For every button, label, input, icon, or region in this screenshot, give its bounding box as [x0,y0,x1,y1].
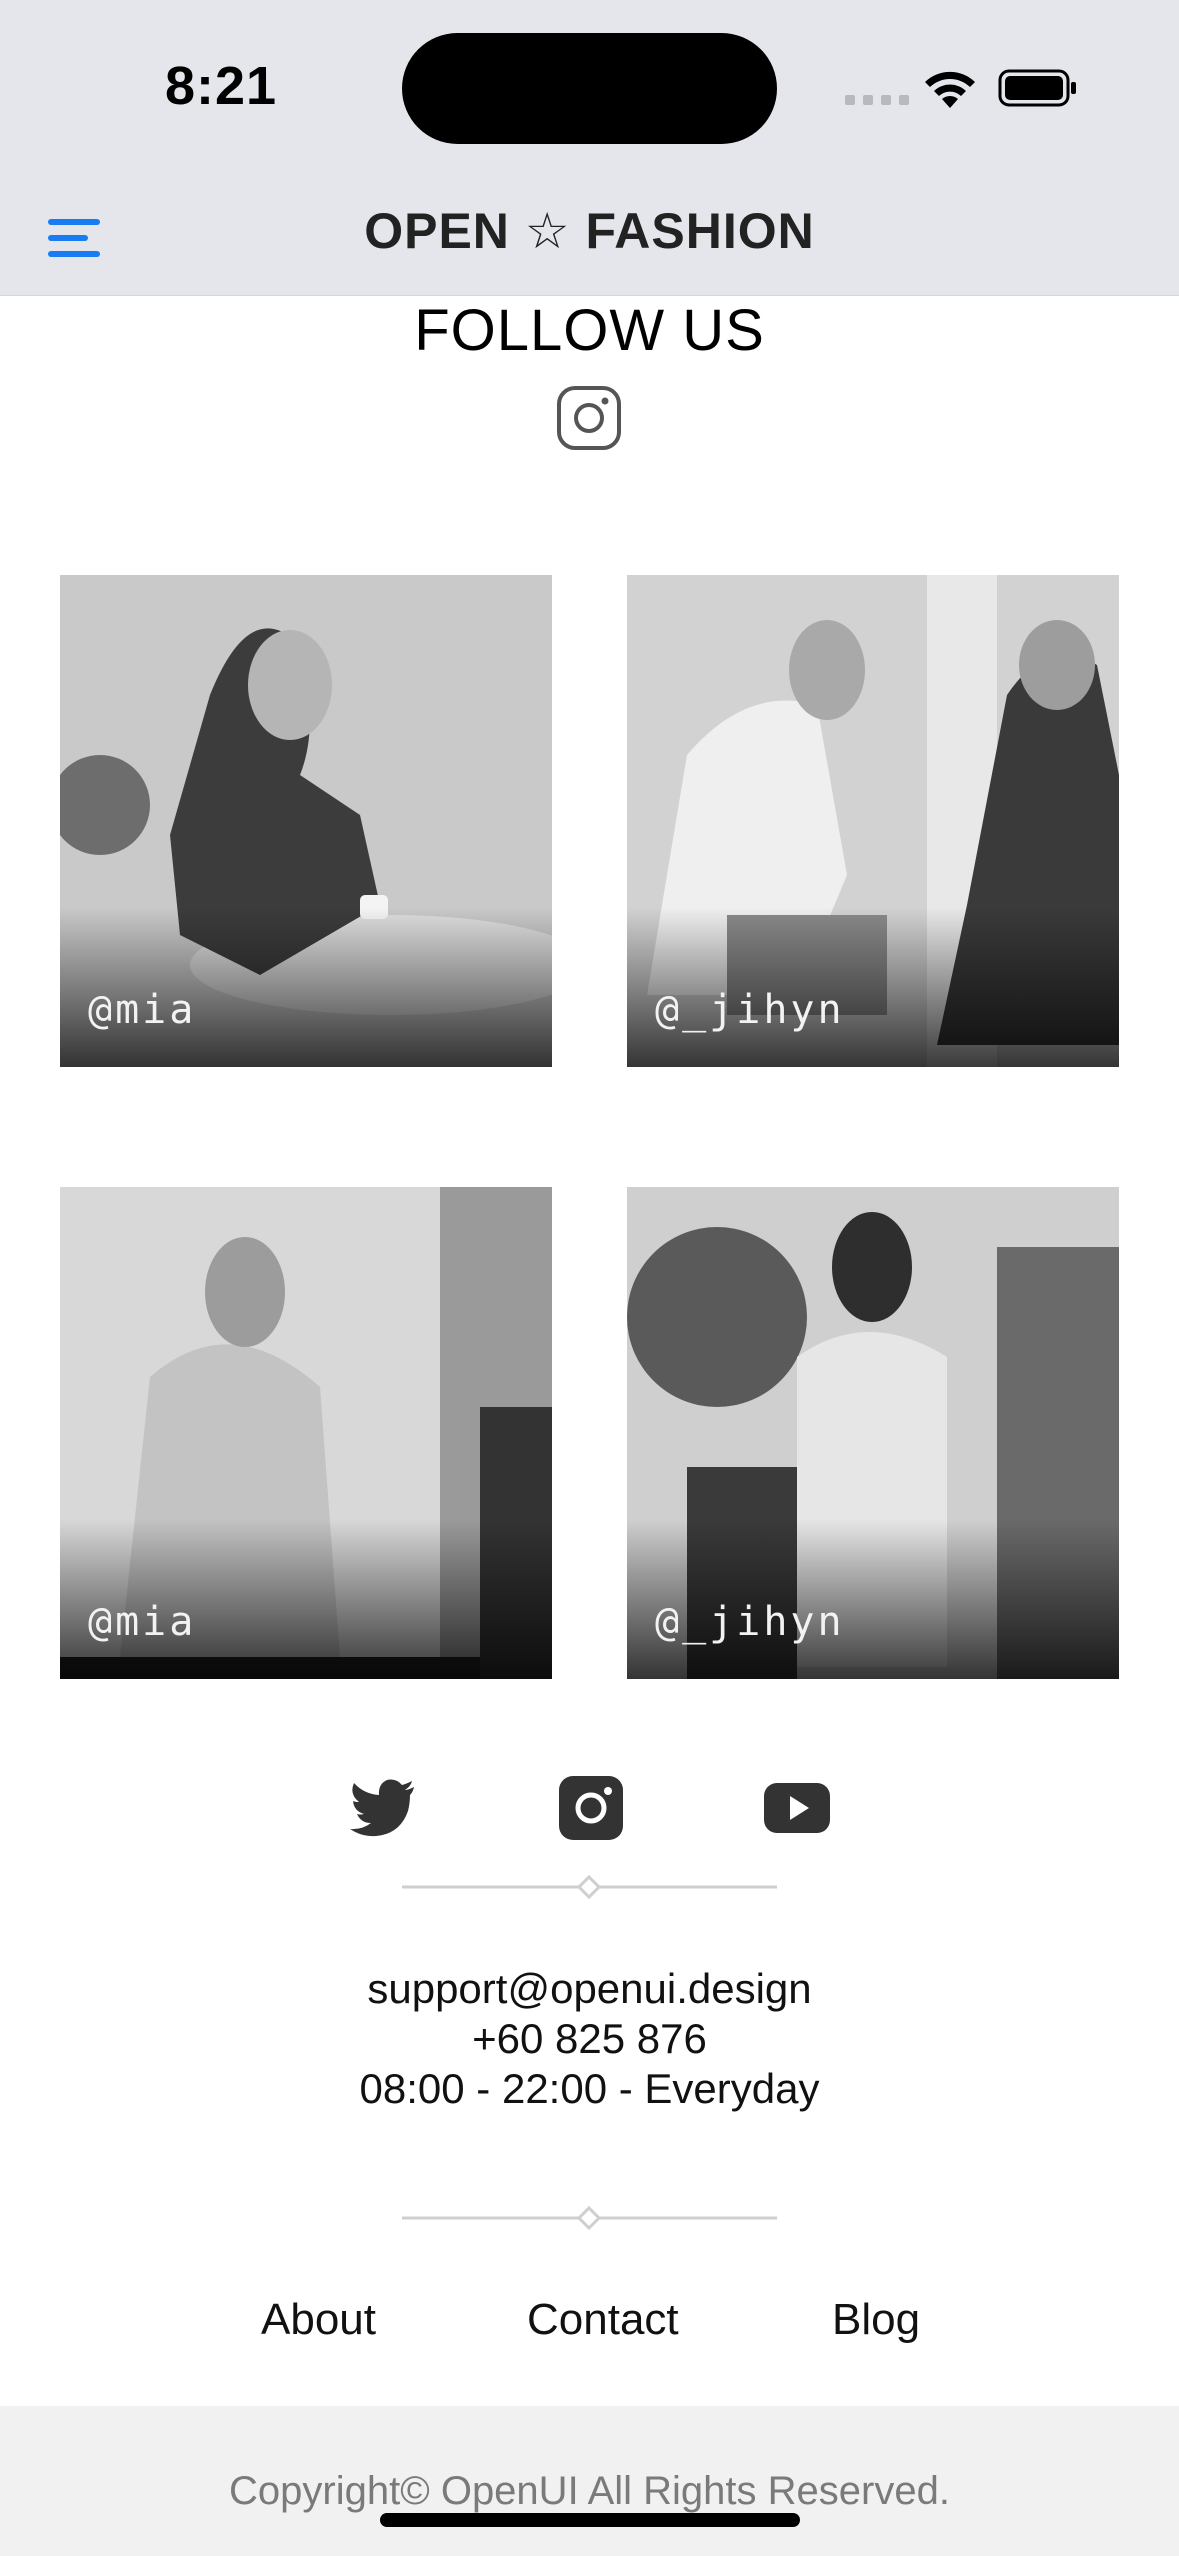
post-handle: @mia [88,987,197,1033]
youtube-icon[interactable] [762,1775,832,1841]
twitter-icon[interactable] [348,1775,418,1841]
instagram-post[interactable]: @mia [60,575,552,1067]
cellular-signal-icon [845,95,909,105]
dynamic-island [402,33,777,144]
home-indicator[interactable] [380,2513,800,2527]
instagram-icon[interactable] [556,385,622,451]
instagram-icon[interactable] [556,1775,626,1841]
footer-link-contact[interactable]: Contact [527,2295,679,2345]
support-email[interactable]: support@openui.design [0,1965,1179,2013]
support-phone[interactable]: +60 825 876 [0,2015,1179,2063]
post-handle: @_jihyn [655,1599,845,1645]
wifi-icon [925,71,975,108]
instagram-post[interactable]: @_jihyn [627,1187,1119,1679]
brand-title: OPEN ☆ FASHION [364,203,815,259]
divider [402,2205,777,2231]
follow-us-title: FOLLOW US [414,298,765,363]
opening-hours: 08:00 - 22:00 - Everyday [359,2065,820,2112]
status-time: 8:21 [165,56,278,116]
copyright-bar: Copyright© OpenUI All Rights Reserved. [0,2406,1179,2556]
status-bar: 8:21 [0,0,1179,180]
divider [402,1874,777,1900]
footer-link-blog[interactable]: Blog [832,2295,920,2345]
nav-bar: OPEN ☆ FASHION [0,180,1179,296]
post-handle: @mia [88,1599,197,1645]
instagram-post[interactable]: @mia [60,1187,552,1679]
battery-icon [998,69,1076,107]
footer-link-about[interactable]: About [261,2295,376,2345]
post-handle: @_jihyn [655,987,845,1033]
instagram-post[interactable]: @_jihyn [627,575,1119,1067]
copyright-text: Copyright© OpenUI All Rights Reserved. [229,2469,950,2513]
